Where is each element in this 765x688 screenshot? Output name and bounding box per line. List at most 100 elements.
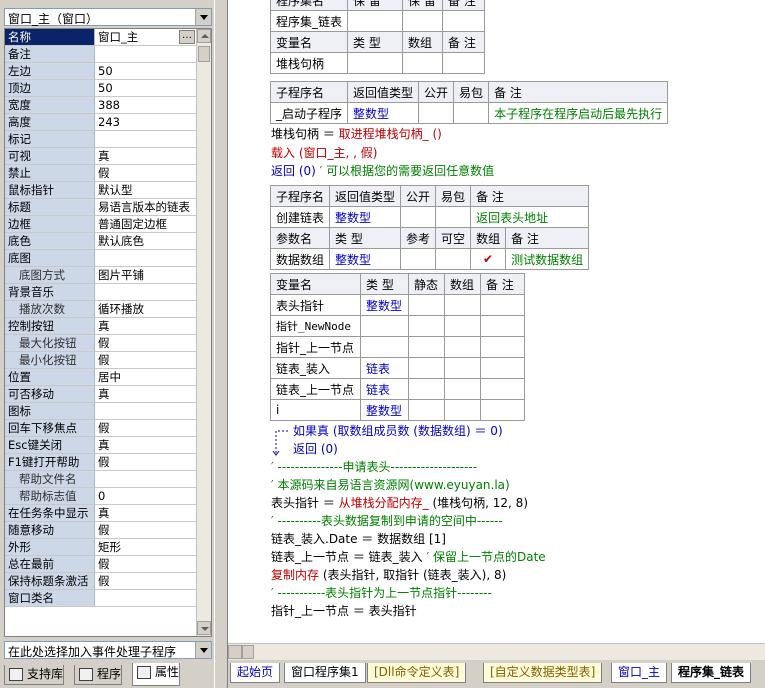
cell[interactable]	[402, 10, 444, 32]
property-value[interactable]: 388	[96, 97, 197, 113]
property-value[interactable]: 图片平铺	[96, 267, 197, 283]
return-type[interactable]: 整数型	[347, 102, 420, 124]
property-scrollbar[interactable]	[196, 29, 211, 636]
scroll-down-icon[interactable]	[197, 621, 211, 635]
cell[interactable]	[480, 378, 525, 400]
property-value[interactable]: 假	[96, 165, 197, 181]
cell[interactable]	[444, 357, 481, 379]
cell[interactable]	[444, 378, 481, 400]
table-row[interactable]: 指针_上一节点	[270, 336, 525, 358]
ellipsis-button[interactable]: …	[179, 30, 195, 44]
property-row[interactable]: 可视真	[5, 148, 197, 165]
cell[interactable]	[435, 206, 472, 228]
parameter-type[interactable]: 整数型	[329, 248, 402, 270]
property-row[interactable]: 随意移动假	[5, 522, 197, 539]
code-line[interactable]: 返回 (0) ′ 可以根据您的需要返回任意数值	[271, 163, 494, 179]
panel-splitter[interactable]	[214, 0, 228, 688]
tab-program-set-list[interactable]: 程序集_链表	[671, 663, 752, 683]
array-check-icon[interactable]: ✔	[470, 248, 507, 270]
editor-hscrollbar[interactable]	[228, 643, 765, 660]
return-type[interactable]: 整数型	[329, 206, 402, 228]
cell[interactable]	[480, 315, 525, 337]
property-value[interactable]: 假	[96, 420, 197, 436]
cell[interactable]	[408, 315, 445, 337]
property-value[interactable]: 矩形	[96, 539, 197, 555]
tab-properties[interactable]: 属性	[132, 663, 181, 686]
property-row[interactable]: 回车下移焦点假	[5, 420, 197, 437]
property-row[interactable]: 保持标题条激活假	[5, 573, 197, 590]
subroutine-name[interactable]: 创建链表	[269, 206, 331, 228]
property-row[interactable]: 窗口类名	[5, 590, 197, 607]
code-line[interactable]: 指针_上一节点 ＝ 表头指针	[271, 603, 417, 619]
code-line[interactable]: 如果真 (取数组成员数 (数据数组) ＝ 0)	[293, 423, 503, 439]
table-row[interactable]: 表头指针 整数型	[270, 294, 525, 316]
property-row[interactable]: 边框 普通固定边框	[5, 216, 197, 233]
code-line[interactable]: 载入 (窗口_主, , 假)	[271, 145, 377, 161]
property-value[interactable]	[96, 590, 197, 606]
code-line[interactable]: 返回 (0)	[293, 441, 338, 457]
variable-name[interactable]: 表头指针	[270, 294, 361, 316]
property-value[interactable]: 居中	[96, 369, 197, 385]
cell[interactable]	[400, 248, 437, 270]
variable-name[interactable]: 链表_上一节点	[270, 378, 361, 400]
cell[interactable]	[347, 10, 404, 32]
property-value[interactable]: 假	[96, 352, 197, 368]
property-row[interactable]: 标题 易语言版本的链表	[5, 199, 197, 216]
property-row[interactable]: 帮助标志值 0	[5, 488, 197, 505]
subroutine-name[interactable]: _启动子程序	[269, 102, 349, 124]
cell[interactable]	[408, 294, 445, 316]
property-row[interactable]: 在任务条中显示真	[5, 505, 197, 522]
property-value[interactable]: 普通固定边框	[96, 216, 197, 232]
property-row[interactable]: 最小化按钮假	[5, 352, 197, 369]
program-set-name[interactable]: 程序集_链表	[269, 10, 349, 32]
cell[interactable]	[442, 52, 486, 74]
property-row[interactable]: 标记	[5, 131, 197, 148]
property-row[interactable]: 高度 243	[5, 114, 197, 131]
tab-library[interactable]: 支持库	[4, 665, 65, 685]
property-value[interactable]: 243	[96, 114, 197, 130]
variable-type[interactable]: 整数型	[360, 294, 409, 316]
cell[interactable]	[444, 336, 481, 358]
property-value[interactable]: 0	[96, 488, 197, 504]
property-row[interactable]: 外形 矩形	[5, 539, 197, 556]
code-comment[interactable]: ′ -----------表头指针为上一节点指针--------	[271, 585, 492, 601]
tab-custom-types[interactable]: [自定义数据类型表]	[483, 663, 603, 683]
cell[interactable]	[480, 357, 525, 379]
code-comment[interactable]: ′ ----------表头数据复制到申请的空间中------	[271, 513, 503, 529]
property-row[interactable]: 底图	[5, 250, 197, 267]
tab-start-page[interactable]: 起始页	[230, 663, 281, 683]
cell[interactable]	[444, 399, 481, 421]
property-value[interactable]	[96, 403, 197, 419]
property-value[interactable]: 假	[96, 556, 197, 572]
property-row[interactable]: 底色 默认底色	[5, 233, 197, 250]
subroutine-comment[interactable]: 本子程序在程序启动后最先执行	[488, 102, 669, 124]
scroll-up-icon[interactable]	[197, 29, 211, 43]
tab-dll-commands[interactable]: [Dll命令定义表]	[367, 663, 467, 683]
property-value[interactable]: 假	[96, 335, 197, 351]
property-row[interactable]: 宽度 388	[5, 97, 197, 114]
variable-type[interactable]	[360, 336, 409, 358]
code-comment[interactable]: ′ ---------------申请表头-------------------…	[271, 459, 477, 475]
property-value[interactable]: 默认型	[96, 182, 197, 198]
property-row[interactable]: Esc键关闭真	[5, 437, 197, 454]
property-value[interactable]: 假	[96, 454, 197, 470]
tab-window-program-set[interactable]: 窗口程序集1	[284, 663, 366, 683]
property-row[interactable]: 最大化按钮假	[5, 335, 197, 352]
chevron-down-icon[interactable]	[195, 9, 211, 25]
scroll-thumb[interactable]	[198, 46, 210, 62]
variable-name[interactable]: i	[270, 399, 361, 421]
variable-type[interactable]: 整数型	[360, 399, 409, 421]
property-row[interactable]: 帮助文件名	[5, 471, 197, 488]
variable-type[interactable]: 链表	[360, 357, 409, 379]
scroll-left-icon[interactable]	[228, 645, 242, 659]
property-value[interactable]: 50	[96, 63, 197, 79]
chevron-down-icon[interactable]	[195, 642, 211, 658]
property-row[interactable]: 备注	[5, 46, 197, 63]
parameter-name[interactable]: 数据数组	[269, 248, 331, 270]
property-value[interactable]	[96, 131, 197, 147]
property-value[interactable]	[96, 284, 197, 300]
property-row[interactable]: 控制按钮真	[5, 318, 197, 335]
scroll-thumb[interactable]	[242, 645, 254, 659]
cell[interactable]	[400, 206, 437, 228]
property-value[interactable]: 易语言版本的链表	[96, 199, 197, 215]
